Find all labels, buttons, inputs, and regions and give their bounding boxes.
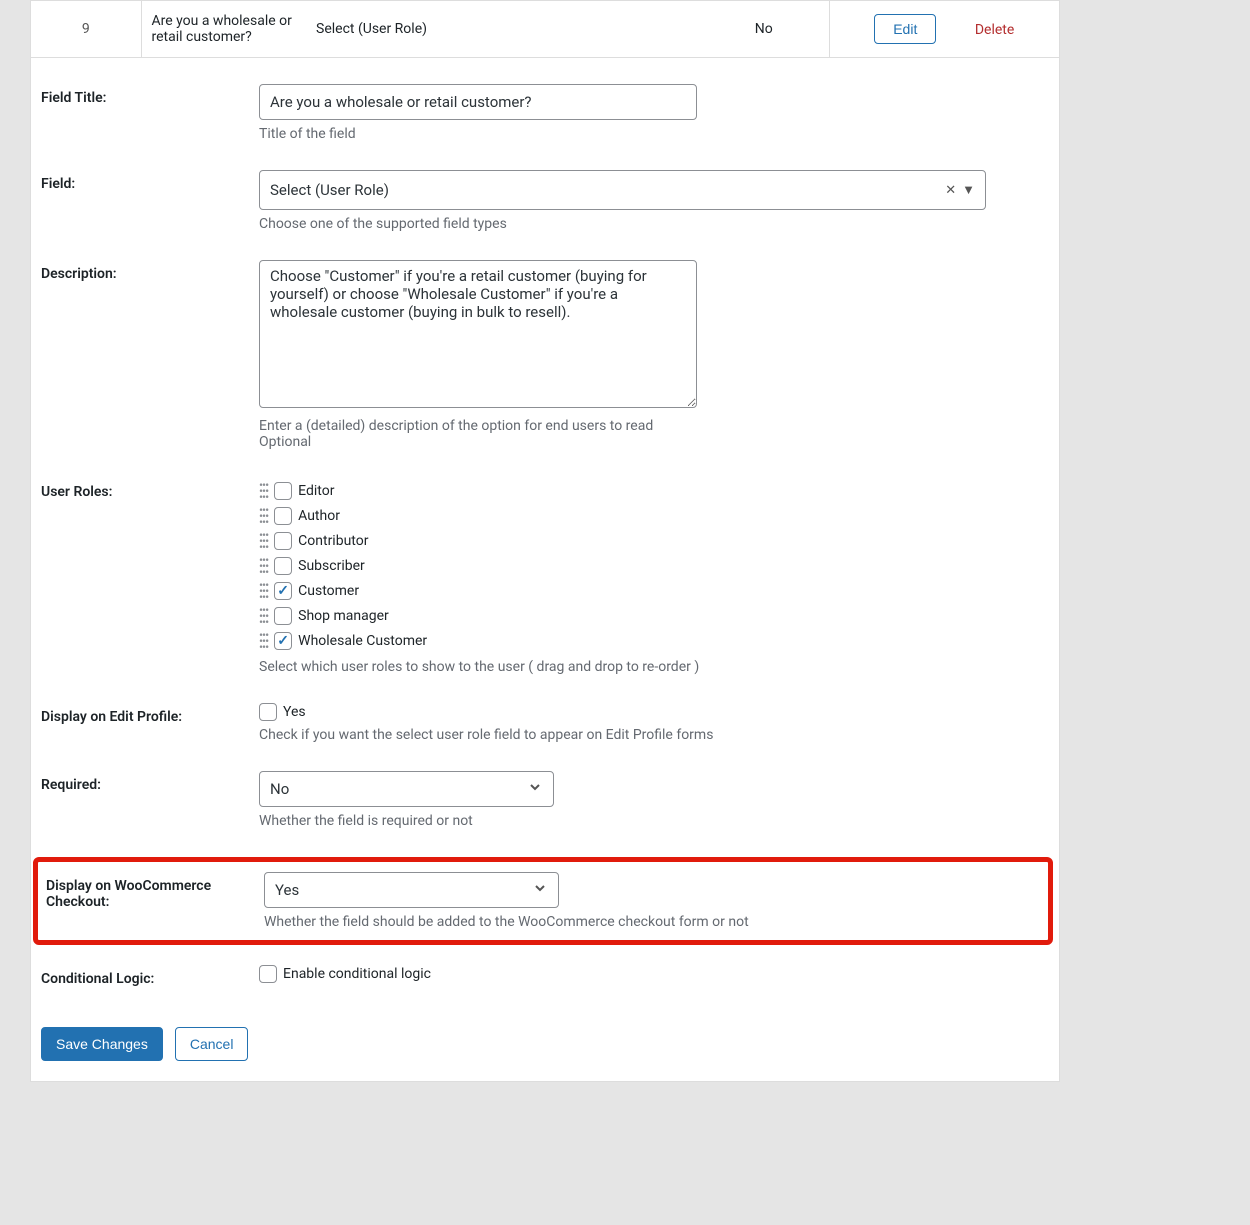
display-woocommerce-label: Display on WooCommerce Checkout: <box>46 872 264 910</box>
user-role-label: Customer <box>298 583 359 599</box>
conditional-logic-checkbox-label: Enable conditional logic <box>283 966 431 982</box>
user-role-checkbox[interactable] <box>274 557 292 575</box>
field-type-select[interactable]: Select (User Role) ✕ ▼ <box>259 170 986 210</box>
drag-handle-icon[interactable]: ••••••••• <box>259 532 268 550</box>
field-number: 9 <box>31 1 141 58</box>
required-select[interactable]: No <box>259 771 554 807</box>
required-value: No <box>270 780 289 798</box>
drag-handle-icon[interactable]: ••••••••• <box>259 582 268 600</box>
user-roles-help: Select which user roles to show to the u… <box>259 659 1049 675</box>
user-role-item: ••••••••• Contributor <box>259 528 1049 553</box>
user-role-label: Wholesale Customer <box>298 633 427 649</box>
user-roles-label: User Roles: <box>41 478 259 500</box>
edit-button[interactable]: Edit <box>874 14 936 44</box>
required-help: Whether the field is required or not <box>259 813 1049 829</box>
drag-handle-icon[interactable]: ••••••••• <box>259 507 268 525</box>
field-required-cell: No <box>699 1 829 58</box>
clear-icon[interactable]: ✕ <box>945 183 956 198</box>
chevron-down-icon: ▼ <box>962 182 975 198</box>
field-title-help: Title of the field <box>259 126 1049 142</box>
field-type-label: Field: <box>41 170 259 192</box>
user-role-checkbox[interactable] <box>274 632 292 650</box>
chevron-down-icon <box>532 880 548 900</box>
user-role-item: ••••••••• Editor <box>259 478 1049 503</box>
user-role-checkbox[interactable] <box>274 532 292 550</box>
user-role-label: Author <box>298 508 340 524</box>
save-changes-button[interactable]: Save Changes <box>41 1027 163 1061</box>
user-role-label: Editor <box>298 483 334 499</box>
field-title-label: Field Title: <box>41 84 259 106</box>
user-role-checkbox[interactable] <box>274 482 292 500</box>
user-role-item: ••••••••• Author <box>259 503 1049 528</box>
conditional-logic-label: Conditional Logic: <box>41 965 259 987</box>
user-role-item: ••••••••• Subscriber <box>259 553 1049 578</box>
description-label: Description: <box>41 260 259 282</box>
user-role-item: ••••••••• Shop manager <box>259 603 1049 628</box>
user-role-item: ••••••••• Customer <box>259 578 1049 603</box>
required-label: Required: <box>41 771 259 793</box>
field-title-cell: Are you a wholesale or retail customer? <box>141 1 306 58</box>
display-edit-profile-checkbox[interactable] <box>259 703 277 721</box>
display-woocommerce-select[interactable]: Yes <box>264 872 559 908</box>
chevron-down-icon <box>527 779 543 799</box>
drag-handle-icon[interactable]: ••••••••• <box>259 557 268 575</box>
user-role-label: Shop manager <box>298 608 389 624</box>
conditional-logic-checkbox[interactable] <box>259 965 277 983</box>
drag-handle-icon[interactable]: ••••••••• <box>259 607 268 625</box>
display-edit-profile-checkbox-label: Yes <box>283 704 306 720</box>
display-woocommerce-help: Whether the field should be added to the… <box>264 914 1044 930</box>
drag-handle-icon[interactable]: ••••••••• <box>259 482 268 500</box>
display-edit-profile-help: Check if you want the select user role f… <box>259 727 1049 743</box>
description-help-1: Enter a (detailed) description of the op… <box>259 418 1049 434</box>
user-role-item: ••••••••• Wholesale Customer <box>259 628 1049 653</box>
highlight-box: Display on WooCommerce Checkout: Yes Whe… <box>33 857 1053 945</box>
user-role-checkbox[interactable] <box>274 607 292 625</box>
user-role-label: Contributor <box>298 533 368 549</box>
display-woocommerce-value: Yes <box>275 881 299 899</box>
user-role-checkbox[interactable] <box>274 582 292 600</box>
delete-link[interactable]: Delete <box>975 22 1014 38</box>
field-title-input[interactable] <box>259 84 697 120</box>
user-role-checkbox[interactable] <box>274 507 292 525</box>
description-textarea[interactable] <box>259 260 697 408</box>
display-edit-profile-label: Display on Edit Profile: <box>41 703 259 725</box>
user-role-label: Subscriber <box>298 558 365 574</box>
field-type-value: Select (User Role) <box>270 181 389 199</box>
user-roles-list: ••••••••• Editor ••••••••• Author ••••••••• C… <box>259 478 1049 653</box>
field-summary-row: 9 Are you a wholesale or retail customer… <box>31 1 1059 58</box>
field-type-help: Choose one of the supported field types <box>259 216 1049 232</box>
cancel-button[interactable]: Cancel <box>175 1027 249 1061</box>
field-actions-cell: Edit Delete <box>829 1 1059 58</box>
field-type-cell: Select (User Role) <box>306 1 699 58</box>
description-help-2: Optional <box>259 434 1049 450</box>
drag-handle-icon[interactable]: ••••••••• <box>259 632 268 650</box>
